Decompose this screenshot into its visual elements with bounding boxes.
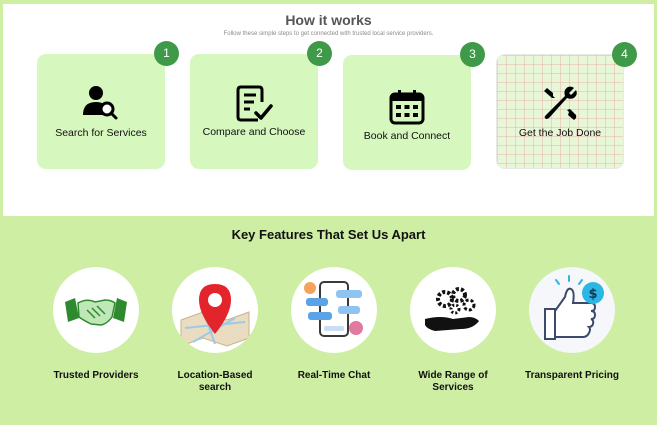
step-label: Book and Connect bbox=[363, 130, 451, 142]
step-number-badge: 3 bbox=[460, 42, 485, 67]
feature-transparent-pricing[interactable]: $ Transparent Pricing bbox=[522, 267, 622, 382]
handshake-icon bbox=[53, 267, 139, 353]
thumbs-up-dollar-icon: $ bbox=[529, 267, 615, 353]
calendar-icon bbox=[343, 89, 471, 129]
user-search-icon bbox=[37, 82, 165, 122]
step-number-badge: 4 bbox=[612, 42, 637, 67]
feature-label: Transparent Pricing bbox=[525, 370, 619, 381]
how-it-works-title: How it works bbox=[285, 12, 372, 28]
step-card-compare[interactable]: 2 Compare and Choose bbox=[190, 41, 332, 169]
feature-wide-range-services[interactable]: Wide Range of Services bbox=[403, 267, 503, 394]
tools-icon bbox=[497, 85, 623, 125]
step-number-badge: 2 bbox=[307, 41, 332, 66]
gears-hand-icon bbox=[410, 267, 496, 353]
how-it-works-section: How it works Follow these simple steps t… bbox=[3, 4, 654, 216]
feature-location-search[interactable]: Location-Based search bbox=[165, 267, 265, 394]
features-title: Key Features That Set Us Apart bbox=[231, 227, 426, 242]
chat-icon bbox=[291, 267, 377, 353]
step-card-search[interactable]: 1 Search for Services bbox=[37, 41, 179, 169]
feature-trusted-providers[interactable]: Trusted Providers bbox=[46, 267, 146, 382]
feature-label: Trusted Providers bbox=[53, 370, 139, 381]
feature-label: Real-Time Chat bbox=[297, 370, 371, 381]
step-label: Search for Services bbox=[55, 127, 147, 139]
feature-real-time-chat[interactable]: Real-Time Chat bbox=[284, 267, 384, 382]
checklist-icon bbox=[190, 84, 318, 124]
step-card-done[interactable]: 4 Get the Job Done bbox=[496, 42, 637, 169]
how-it-works-subtitle: Follow these simple steps to get connect… bbox=[223, 31, 434, 37]
svg-text:$: $ bbox=[588, 287, 597, 302]
feature-label: Wide Range of Services bbox=[418, 370, 488, 393]
map-pin-icon bbox=[172, 267, 258, 353]
step-label: Get the Job Done bbox=[518, 127, 602, 139]
feature-label: Location-Based search bbox=[177, 370, 253, 393]
step-number-badge: 1 bbox=[154, 41, 179, 66]
step-card-book[interactable]: 3 Book and Connect bbox=[343, 42, 485, 170]
step-label: Compare and Choose bbox=[202, 126, 306, 138]
